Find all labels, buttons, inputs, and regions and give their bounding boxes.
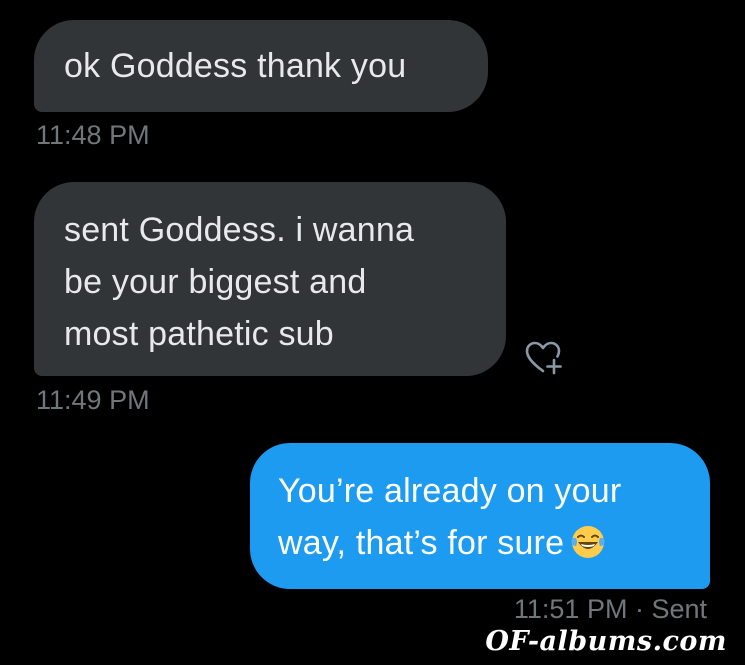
laughing-crying-emoji-icon — [571, 526, 605, 558]
message-timestamp: 11:49 PM — [36, 385, 150, 415]
message-text: ok Goddess thank you — [64, 47, 407, 85]
message-text-line: most pathetic sub — [64, 315, 334, 353]
message-bubble-received[interactable]: ok Goddess thank you — [34, 20, 488, 112]
message-text-line: be your biggest and — [64, 263, 367, 301]
message-text-line: You’re already on your — [278, 472, 622, 510]
message-text-line: sent Goddess. i wanna — [64, 211, 415, 249]
message-timestamp-sent-status: 11:51 PM · Sent — [513, 594, 707, 624]
message-bubble-sent[interactable]: You’re already on your way, that’s for s… — [250, 443, 710, 589]
heart-plus-icon[interactable] — [524, 340, 564, 376]
message-text-line-with-emoji: way, that’s for sure — [278, 517, 682, 569]
message-text-line: way, that’s for sure — [278, 524, 565, 562]
message-bubble-received[interactable]: sent Goddess. i wanna be your biggest an… — [34, 182, 506, 376]
message-timestamp: 11:48 PM — [36, 120, 150, 150]
watermark: OF-albums.com — [485, 626, 727, 657]
